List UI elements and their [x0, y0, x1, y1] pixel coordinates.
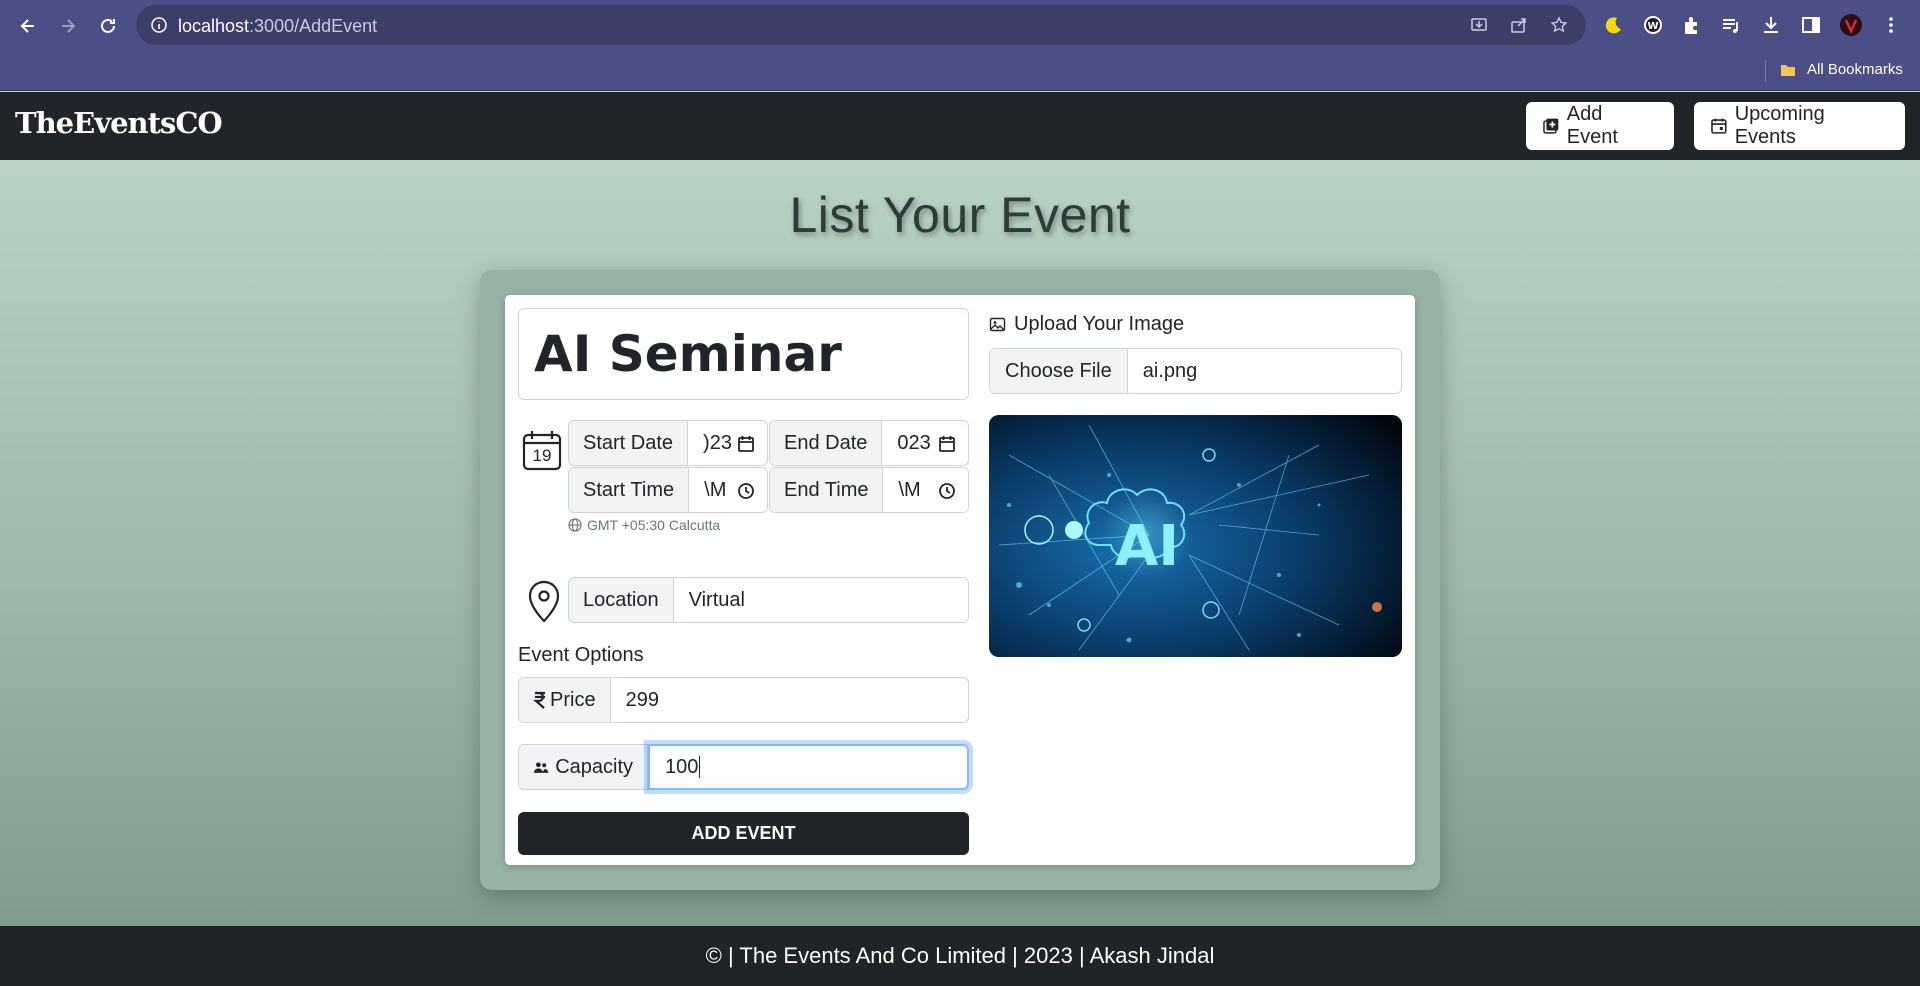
clock-icon[interactable] [938, 482, 956, 500]
all-bookmarks-link[interactable]: All Bookmarks [1807, 61, 1903, 78]
calendar-event-icon [1711, 118, 1727, 134]
people-icon [533, 761, 549, 773]
end-time-group: End Time \M [769, 467, 969, 513]
location-input[interactable]: Virtual [674, 578, 968, 622]
back-button[interactable] [12, 10, 44, 42]
bookmark-star-icon[interactable] [1550, 16, 1568, 34]
app-navbar: TheEventsCO Add Event Upcoming Events [0, 92, 1920, 160]
image-file-input[interactable]: Choose File ai.png [989, 348, 1402, 394]
price-group: Price 299 [518, 677, 969, 723]
start-date-group: Start Date )23 [568, 420, 768, 466]
bookmarks-bar: All Bookmarks [0, 50, 1920, 91]
location-label: Location [569, 578, 674, 622]
calendar-picker-icon[interactable] [938, 435, 956, 453]
ai-preview-text: AI [1115, 514, 1179, 579]
clock-icon[interactable] [737, 482, 755, 500]
upcoming-events-nav-button[interactable]: Upcoming Events [1694, 102, 1905, 150]
price-input[interactable]: 299 [611, 678, 968, 722]
capacity-value: 100 [665, 755, 699, 778]
start-date-value: )23 [703, 431, 732, 454]
url-text[interactable]: localhost:3000/AddEvent [178, 16, 377, 37]
add-event-nav-label: Add Event [1566, 103, 1618, 148]
add-square-icon [1543, 118, 1559, 134]
share-icon[interactable] [1510, 16, 1528, 34]
address-bar[interactable]: localhost:3000/AddEvent [136, 5, 1586, 45]
downloads-icon[interactable] [1758, 12, 1784, 38]
event-title-input[interactable]: AI Seminar [518, 308, 969, 400]
end-time-label: End Time [770, 468, 884, 512]
bookmark-folder-icon [1781, 65, 1795, 76]
start-date-input[interactable]: )23 [688, 421, 767, 465]
browser-menu-icon[interactable] [1878, 12, 1904, 38]
forward-button[interactable] [52, 10, 84, 42]
event-options-heading: Event Options [518, 644, 644, 666]
end-time-value: \M [898, 478, 921, 501]
svg-text:W: W [1647, 21, 1658, 32]
profile-avatar-icon[interactable] [1838, 12, 1864, 38]
ai-preview-illustration: AI [989, 415, 1402, 657]
dark-mode-extension-icon[interactable] [1600, 12, 1626, 38]
event-form-card: AI Seminar 19 Start Date )23 End Date 02… [505, 295, 1415, 865]
end-date-value: 023 [897, 431, 931, 454]
image-icon [989, 317, 1006, 332]
event-image-preview: AI [989, 415, 1402, 657]
start-time-value: \M [704, 478, 727, 501]
calendar-picker-icon[interactable] [737, 435, 755, 453]
location-group: Location Virtual [568, 577, 969, 623]
site-info-icon[interactable] [150, 16, 168, 34]
browser-toolbar: localhost:3000/AddEvent W [0, 0, 1920, 50]
url-host: localhost [178, 16, 250, 36]
upload-image-label: Upload Your Image [989, 313, 1184, 336]
start-time-input[interactable]: \M [689, 468, 767, 512]
end-time-input[interactable]: \M [883, 468, 968, 512]
choose-file-button[interactable]: Choose File [990, 349, 1128, 393]
install-app-icon[interactable] [1470, 16, 1488, 34]
upload-image-text: Upload Your Image [1014, 313, 1185, 335]
url-path: :3000/AddEvent [249, 16, 378, 36]
globe-icon [568, 518, 582, 532]
forward-arrow-icon [62, 19, 76, 33]
bookmarks-separator [1765, 60, 1766, 82]
timezone-text: GMT +05:30 Calcutta [587, 517, 721, 533]
capacity-group: Capacity 100 [518, 744, 969, 790]
end-date-input[interactable]: 023 [882, 421, 968, 465]
reading-list-icon[interactable] [1718, 12, 1744, 38]
extensions-puzzle-icon[interactable] [1679, 12, 1705, 38]
footer-text: © | The Events And Co Limited | 2023 | A… [705, 943, 1215, 968]
upcoming-events-nav-label: Upcoming Events [1734, 103, 1825, 148]
price-addon: Price [519, 678, 611, 722]
timezone-note: GMT +05:30 Calcutta [568, 517, 720, 533]
price-label: Price [550, 688, 596, 711]
page-title: List Your Event [789, 187, 1131, 243]
w-extension-icon[interactable]: W [1640, 12, 1666, 38]
reload-button[interactable] [92, 10, 124, 42]
page-footer: © | The Events And Co Limited | 2023 | A… [0, 926, 1920, 986]
text-cursor [699, 756, 701, 778]
location-pin-icon [528, 580, 560, 623]
reload-icon [101, 18, 115, 33]
start-date-label: Start Date [569, 421, 689, 465]
event-title-value: AI Seminar [534, 325, 842, 383]
side-panel-icon[interactable] [1798, 12, 1824, 38]
start-time-label: Start Time [569, 468, 690, 512]
capacity-addon: Capacity [518, 744, 648, 790]
back-arrow-icon [20, 19, 34, 33]
end-date-label: End Date [770, 421, 883, 465]
add-event-nav-button[interactable]: Add Event [1526, 102, 1674, 150]
add-event-submit-button[interactable]: ADD EVENT [518, 812, 969, 855]
location-value: Virtual [688, 588, 745, 611]
end-date-group: End Date 023 [769, 420, 969, 466]
brand-logo[interactable]: TheEventsCO [15, 106, 223, 140]
start-time-group: Start Time \M [568, 467, 768, 513]
rupee-icon [533, 691, 545, 709]
price-value: 299 [625, 688, 659, 711]
capacity-label: Capacity [555, 755, 633, 778]
capacity-input[interactable]: 100 [648, 744, 969, 790]
calendar-day-number: 19 [532, 446, 552, 465]
selected-file-name: ai.png [1142, 359, 1198, 382]
